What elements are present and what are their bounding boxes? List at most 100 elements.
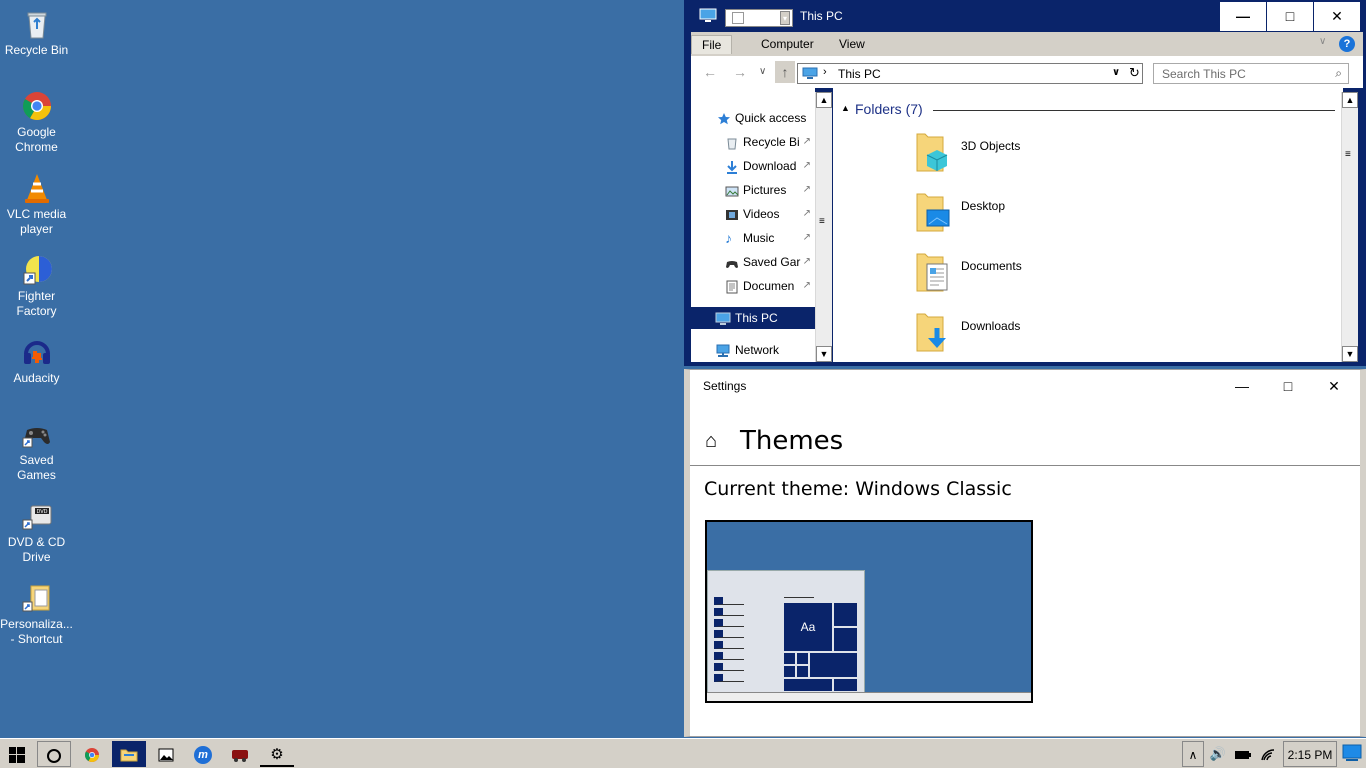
taskbar-chrome[interactable]: [75, 741, 109, 767]
show-hidden-icons-button[interactable]: ∧: [1182, 741, 1204, 767]
navigation-pane: Quick access Recycle Bi ↗ Download ↗ Pic…: [691, 88, 815, 362]
scroll-down-icon[interactable]: ▼: [1342, 346, 1358, 362]
nav-item-quick-access[interactable]: Quick access: [691, 107, 815, 129]
taskbar-app-red[interactable]: [223, 741, 257, 767]
group-divider: [933, 110, 1335, 111]
back-arrow-icon: ←: [703, 64, 717, 80]
nav-item-videos[interactable]: Videos ↗: [691, 203, 815, 225]
gear-icon: ⚙: [270, 746, 284, 763]
nav-item-this-pc[interactable]: This PC: [691, 307, 815, 329]
back-button[interactable]: ←: [703, 64, 717, 80]
windows-logo-icon: [9, 746, 25, 764]
theme-preview[interactable]: Aa: [705, 520, 1033, 703]
taskbar-file-explorer[interactable]: [112, 741, 146, 767]
desktop-icon-personalization-shortcut[interactable]: Personaliza... - Shortcut: [0, 582, 73, 647]
maximize-button[interactable]: □: [1267, 2, 1313, 31]
desktop-icon-fighter-factory[interactable]: Fighter Factory: [0, 254, 73, 319]
search-input[interactable]: Search This PC: [1162, 67, 1246, 81]
group-title[interactable]: Folders (7): [855, 101, 923, 117]
scroll-grip-icon[interactable]: ≡: [819, 217, 825, 227]
3d-objects-folder-icon: [915, 130, 951, 174]
battery-icon[interactable]: [1232, 741, 1254, 767]
dropdown-arrow-icon[interactable]: ▾: [780, 11, 790, 25]
forward-button[interactable]: →: [733, 64, 747, 80]
clock[interactable]: 2:15 PM: [1283, 741, 1337, 767]
settings-close-button[interactable]: ✕: [1319, 376, 1349, 396]
desktop-icon-label: Recycle Bin: [4, 43, 69, 57]
nav-item-label: Saved Gar: [743, 255, 801, 269]
explorer-titlebar[interactable]: ▾ This PC — □ ✕: [685, 1, 1365, 32]
minimize-button[interactable]: —: [1220, 2, 1266, 31]
address-bar[interactable]: › This PC ∨ ↻: [797, 63, 1143, 84]
nav-item-network[interactable]: Network: [691, 339, 815, 361]
close-button[interactable]: ✕: [1314, 2, 1360, 31]
scroll-grip-icon[interactable]: ≡: [1345, 150, 1351, 160]
scroll-down-icon[interactable]: ▼: [816, 346, 832, 362]
properties-icon[interactable]: [732, 12, 744, 24]
pin-icon: ↗: [802, 256, 811, 267]
desktop-icon-saved-games[interactable]: Saved Games: [0, 418, 73, 483]
folder-downloads[interactable]: Downloads: [915, 310, 1075, 358]
home-icon[interactable]: ⌂: [705, 430, 717, 453]
taskbar: m ⚙ ∧ 🔊 2:15 PM: [0, 738, 1366, 768]
desktop-icon-recycle-bin[interactable]: Recycle Bin: [0, 8, 73, 58]
tab-computer[interactable]: Computer: [751, 35, 824, 54]
desktop-icon-dvd-drive[interactable]: DVD DVD & CD Drive: [0, 500, 73, 565]
desktop-icon-label: VLC media player: [6, 207, 67, 236]
ribbon: File Computer View ∨ ?: [691, 32, 1363, 56]
nav-item-documents[interactable]: Documen ↗: [691, 275, 815, 297]
settings-maximize-button[interactable]: □: [1273, 376, 1303, 396]
notifications-icon[interactable]: [1342, 744, 1362, 762]
volume-icon[interactable]: 🔊: [1207, 741, 1229, 767]
nav-item-pictures[interactable]: Pictures ↗: [691, 179, 815, 201]
nav-item-recycle-bin[interactable]: Recycle Bi ↗: [691, 131, 815, 153]
address-path[interactable]: This PC: [838, 67, 881, 81]
tab-view[interactable]: View: [829, 35, 875, 54]
desktop-icon-vlc[interactable]: VLC media player: [0, 172, 73, 237]
explorer-window: ▾ This PC — □ ✕ File Computer View ∨ ? ←…: [684, 0, 1366, 366]
star-icon: [717, 111, 731, 125]
taskbar-settings[interactable]: ⚙: [260, 741, 294, 767]
start-button[interactable]: [0, 741, 34, 767]
nav-item-music[interactable]: ♪ Music ↗: [691, 227, 815, 249]
folder-name: Documents: [961, 259, 1022, 273]
folder-3d-objects[interactable]: 3D Objects: [915, 130, 1075, 178]
ribbon-expand-icon[interactable]: ∨: [1319, 36, 1326, 47]
search-button[interactable]: [37, 741, 71, 767]
folder-desktop[interactable]: Desktop: [915, 190, 1075, 238]
navigation-pane-scrollbar[interactable]: ▲ ≡ ▼: [815, 92, 832, 362]
settings-window: Settings — □ ✕ ⌂ Themes Current theme: W…: [684, 369, 1366, 737]
pin-icon: ↗: [802, 280, 811, 291]
desktop-icon-label: Saved Games: [17, 453, 56, 482]
desktop-icon-label: Audacity: [13, 371, 60, 385]
folder-name: 3D Objects: [961, 139, 1021, 153]
wifi-icon[interactable]: [1257, 741, 1279, 767]
fighter-factory-icon: [21, 254, 53, 286]
refresh-icon[interactable]: ↻: [1129, 65, 1140, 81]
collapse-group-icon[interactable]: ▲: [841, 103, 850, 113]
settings-minimize-button[interactable]: —: [1227, 376, 1257, 396]
pin-icon: ↗: [802, 136, 811, 147]
desktop-icon-label: Personaliza... - Shortcut: [0, 617, 73, 646]
nav-item-label: Documen: [743, 279, 795, 293]
documents-icon: [725, 279, 739, 294]
desktop-icon-label: Fighter Factory: [16, 289, 57, 318]
taskbar-app-m[interactable]: m: [186, 741, 220, 767]
recent-locations-button[interactable]: ∨: [759, 66, 766, 77]
up-button[interactable]: ↑: [775, 61, 795, 83]
folder-documents[interactable]: Documents: [915, 250, 1075, 298]
scroll-up-icon[interactable]: ▲: [816, 92, 832, 108]
nav-item-downloads[interactable]: Download ↗: [691, 155, 815, 177]
taskbar-photos[interactable]: [149, 741, 183, 767]
scroll-up-icon[interactable]: ▲: [1342, 92, 1358, 108]
quick-access-toolbar[interactable]: ▾: [725, 9, 793, 27]
vlc-icon: [21, 172, 53, 204]
help-icon[interactable]: ?: [1339, 36, 1355, 52]
address-dropdown-icon[interactable]: ∨: [1112, 67, 1120, 78]
content-scrollbar[interactable]: ▲ ≡ ▼: [1341, 92, 1358, 362]
search-box[interactable]: Search This PC ⌕: [1153, 63, 1349, 84]
tab-file[interactable]: File: [691, 35, 733, 54]
desktop-icon-google-chrome[interactable]: Google Chrome: [0, 90, 73, 155]
nav-item-saved-games[interactable]: Saved Gar ↗: [691, 251, 815, 273]
desktop-icon-audacity[interactable]: Audacity: [0, 336, 73, 386]
